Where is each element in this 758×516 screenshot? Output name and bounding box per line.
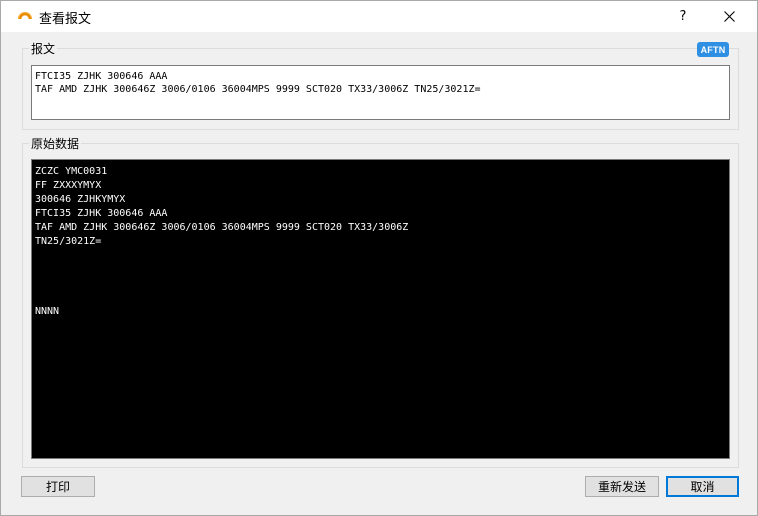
- close-button[interactable]: [709, 1, 749, 32]
- raw-data-group-label: 原始数据: [29, 135, 82, 152]
- message-group-label: 报文: [29, 40, 58, 57]
- cancel-button[interactable]: 取消: [666, 476, 739, 497]
- message-text-area[interactable]: FTCI35 ZJHK 300646 AAA TAF AMD ZJHK 3006…: [31, 65, 730, 120]
- close-icon: [723, 11, 735, 22]
- raw-data-text-area[interactable]: ZCZC YMC0031 FF ZXXXYMYX 300646 ZJHKYMYX…: [31, 159, 730, 459]
- window-title: 查看报文: [39, 12, 92, 27]
- print-button[interactable]: 打印: [21, 476, 95, 497]
- help-button[interactable]: ?: [665, 1, 701, 32]
- resend-button[interactable]: 重新发送: [585, 476, 659, 497]
- app-logo-icon: [18, 12, 32, 20]
- title-bar[interactable]: 查看报文 ?: [1, 1, 757, 32]
- message-viewer-dialog: 查看报文 ? 报文 AFTN FTCI35 ZJHK 300646 AAA TA…: [0, 0, 758, 516]
- aftn-badge: AFTN: [697, 42, 729, 57]
- help-icon: ?: [679, 9, 687, 24]
